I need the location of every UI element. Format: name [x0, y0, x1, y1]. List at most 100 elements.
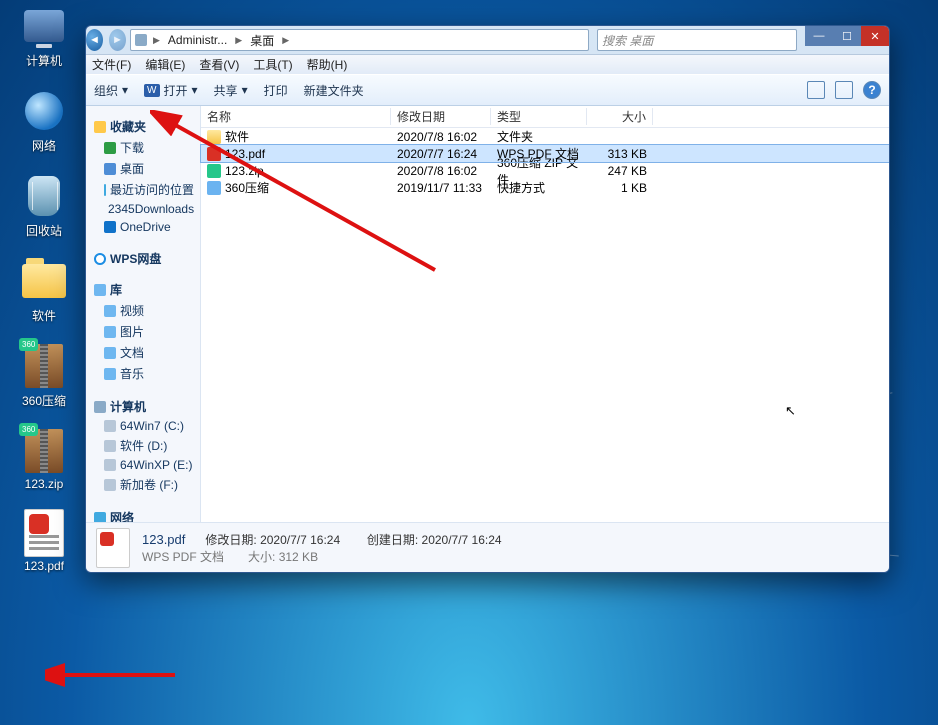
- col-header-type[interactable]: 类型: [491, 108, 587, 125]
- music-icon: [104, 368, 116, 380]
- desktop-icon-software-folder[interactable]: 软件: [8, 257, 80, 324]
- sidebar-item-videos[interactable]: 视频: [90, 300, 196, 321]
- details-filetype: WPS PDF 文档: [142, 548, 224, 565]
- desktop-icon-computer[interactable]: 计算机: [8, 2, 80, 69]
- close-button[interactable]: ✕: [861, 26, 889, 46]
- toolbar-newfolder[interactable]: 新建文件夹: [304, 82, 364, 99]
- help-icon[interactable]: ?: [863, 81, 881, 99]
- titlebar[interactable]: ◄ ► ▶ Administr... ▶ 桌面 ▶ 搜索 桌面 — ☐ ✕: [86, 26, 889, 54]
- addressbar[interactable]: ▶ Administr... ▶ 桌面 ▶: [130, 29, 589, 51]
- desktop-label: 回收站: [24, 222, 64, 239]
- details-mod-value: 2020/7/7 16:24: [260, 533, 340, 547]
- network-icon: [94, 512, 106, 523]
- sidebar-item-downloads[interactable]: 下载: [90, 137, 196, 158]
- sidebar-item-pictures[interactable]: 图片: [90, 321, 196, 342]
- link-icon: [207, 181, 221, 195]
- file-name: 123.pdf: [225, 147, 265, 161]
- file-row[interactable]: 123.zip2020/7/8 16:02360压缩 ZIP 文件247 KB: [201, 162, 889, 179]
- file-row[interactable]: 软件2020/7/8 16:02文件夹: [201, 128, 889, 145]
- desktop-icon-123zip[interactable]: 360 123.zip: [8, 427, 80, 491]
- sidebar-item-drive-d[interactable]: 软件 (D:): [90, 435, 196, 456]
- sidebar-item-drive-c[interactable]: 64Win7 (C:): [90, 417, 196, 435]
- details-size-label: 大小:: [248, 550, 275, 564]
- col-header-date[interactable]: 修改日期: [391, 108, 491, 125]
- nav-forward-button[interactable]: ►: [109, 29, 126, 51]
- file-type: 文件夹: [491, 128, 587, 145]
- desktop-icon-recycle[interactable]: 回收站: [8, 172, 80, 239]
- sidebar-item-recent[interactable]: 最近访问的位置: [90, 179, 196, 200]
- menu-tools[interactable]: 工具(T): [253, 56, 292, 73]
- desktop-icon-360zip[interactable]: 360 360压缩: [8, 342, 80, 409]
- drive-icon: [104, 459, 116, 471]
- col-header-size[interactable]: 大小: [587, 108, 653, 125]
- maximize-button[interactable]: ☐: [833, 26, 861, 46]
- desktop-label: 计算机: [24, 52, 64, 69]
- minimize-button[interactable]: —: [805, 26, 833, 46]
- details-size-value: 312 KB: [279, 550, 318, 564]
- sidebar-group-favorites[interactable]: 收藏夹: [94, 118, 196, 135]
- star-icon: [94, 121, 106, 133]
- sidebar-item-drive-f[interactable]: 新加卷 (F:): [90, 474, 196, 495]
- sidebar-group-computer[interactable]: 计算机: [94, 398, 196, 415]
- toolbar-organize[interactable]: 组织 ▾: [94, 82, 128, 99]
- desktop-icon-123pdf[interactable]: 123.pdf: [8, 509, 80, 573]
- breadcrumb-item[interactable]: Administr...: [166, 33, 229, 47]
- search-input[interactable]: 搜索 桌面: [597, 29, 797, 51]
- toolbar-share[interactable]: 共享 ▾: [214, 82, 248, 99]
- desktop-icon: [104, 163, 116, 175]
- sidebar-group-wps[interactable]: WPS网盘: [94, 250, 196, 267]
- preview-pane-button[interactable]: [835, 81, 853, 99]
- pictures-icon: [104, 326, 116, 338]
- sidebar-item-desktop[interactable]: 桌面: [90, 158, 196, 179]
- sidebar-group-libraries[interactable]: 库: [94, 281, 196, 298]
- sidebar-item-onedrive[interactable]: OneDrive: [90, 218, 196, 236]
- details-create-label: 创建日期:: [367, 533, 418, 547]
- file-type: 快捷方式: [491, 179, 587, 196]
- desktop-icon-network[interactable]: 网络: [8, 87, 80, 154]
- file-date: 2020/7/8 16:02: [391, 164, 491, 178]
- menu-help[interactable]: 帮助(H): [307, 56, 348, 73]
- sidebar-item-documents[interactable]: 文档: [90, 342, 196, 363]
- file-row[interactable]: 360压缩2019/11/7 11:33快捷方式1 KB: [201, 179, 889, 196]
- sidebar: 收藏夹 下载 桌面 最近访问的位置 2345Downloads OneDrive…: [86, 106, 201, 522]
- file-date: 2019/11/7 11:33: [391, 181, 491, 195]
- chevron-right-icon: ▶: [280, 35, 291, 46]
- file-name: 360压缩: [225, 179, 269, 196]
- file-date: 2020/7/8 16:02: [391, 130, 491, 144]
- toolbar-print[interactable]: 打印: [264, 82, 288, 99]
- file-size: 247 KB: [587, 164, 653, 178]
- library-icon: [94, 284, 106, 296]
- drive-icon: [104, 479, 116, 491]
- folder-icon: [22, 264, 66, 298]
- sidebar-item-drive-e[interactable]: 64WinXP (E:): [90, 456, 196, 474]
- menu-edit[interactable]: 编辑(E): [145, 56, 185, 73]
- details-create-value: 2020/7/7 16:24: [422, 533, 502, 547]
- file-list: 名称 修改日期 类型 大小 软件2020/7/8 16:02文件夹 123.pdf…: [201, 106, 889, 522]
- zip-icon: 360: [25, 429, 63, 473]
- download-icon: [104, 142, 116, 154]
- nav-back-button[interactable]: ◄: [86, 29, 103, 51]
- view-mode-button[interactable]: [807, 81, 825, 99]
- col-header-name[interactable]: 名称: [201, 108, 391, 125]
- recycle-bin-icon: [28, 176, 60, 216]
- file-size: 313 KB: [587, 147, 653, 161]
- zip-icon: 360: [25, 344, 63, 388]
- documents-icon: [104, 347, 116, 359]
- chevron-right-icon: ▶: [151, 35, 162, 46]
- menu-file[interactable]: 文件(F): [92, 56, 131, 73]
- mouse-cursor-icon: ↖: [785, 403, 796, 419]
- menu-view[interactable]: 查看(V): [199, 56, 239, 73]
- toolbar-open[interactable]: W打开 ▾: [144, 82, 198, 99]
- computer-icon: [94, 401, 106, 413]
- sidebar-item-music[interactable]: 音乐: [90, 363, 196, 384]
- globe-icon: [25, 92, 63, 130]
- sidebar-group-network[interactable]: 网络: [94, 509, 196, 522]
- desktop-label: 网络: [30, 137, 58, 154]
- annotation-arrow: [45, 655, 185, 695]
- breadcrumb-item[interactable]: 桌面: [248, 32, 276, 49]
- desktop-label: 360压缩: [20, 392, 68, 409]
- video-icon: [104, 305, 116, 317]
- folder-icon: [207, 130, 221, 144]
- computer-icon: [24, 10, 64, 42]
- sidebar-item-2345[interactable]: 2345Downloads: [90, 200, 196, 218]
